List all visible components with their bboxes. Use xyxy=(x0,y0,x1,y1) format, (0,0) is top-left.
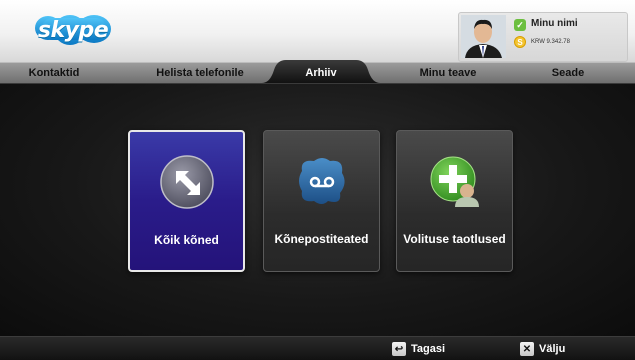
tab-arhiiv[interactable]: Arhiiv xyxy=(268,63,374,83)
tile-label-authorization-requests: Volituse taotlused xyxy=(403,232,506,246)
user-panel[interactable]: ✓ S Minu nimi KRW 9.342.78 xyxy=(458,12,628,62)
all-calls-icon xyxy=(159,154,215,210)
tile-all-calls[interactable]: Kõik kõned xyxy=(128,130,245,272)
tile-authorization-requests[interactable]: Volituse taotlused xyxy=(396,130,513,272)
logo-text: skype xyxy=(37,17,109,43)
skype-logo: skype xyxy=(34,12,112,48)
tile-label-all-calls: Kõik kõned xyxy=(154,233,219,247)
online-status-icon: ✓ xyxy=(514,19,526,31)
avatar xyxy=(461,15,506,58)
user-credit: KRW 9.342.78 xyxy=(531,39,570,45)
user-name: Minu nimi xyxy=(531,18,578,29)
header-bar: skype ✓ S Minu nimi KRW 9.342.78 xyxy=(0,0,635,63)
back-button[interactable]: ↩ Tagasi xyxy=(392,341,445,357)
voicemail-icon xyxy=(294,153,350,209)
tab-seade[interactable]: Seade xyxy=(528,63,608,83)
tab-helista-telefonile[interactable]: Helista telefonile xyxy=(140,63,260,83)
main-content: Kõik kõned Kõnepostiteated Volituse taot… xyxy=(0,84,635,336)
exit-button[interactable]: ✕ Välju xyxy=(520,341,565,357)
back-label: Tagasi xyxy=(411,343,446,355)
tab-minu-teave[interactable]: Minu teave xyxy=(398,63,498,83)
tile-label-voicemail: Kõnepostiteated xyxy=(274,232,369,246)
tab-kontaktid[interactable]: Kontaktid xyxy=(0,63,108,83)
back-key-icon: ↩ xyxy=(392,342,406,356)
exit-label: Välju xyxy=(539,343,566,355)
exit-key-icon: ✕ xyxy=(520,342,534,356)
authorization-request-icon xyxy=(427,153,483,209)
bottom-bar: ↩ Tagasi ✕ Välju xyxy=(0,336,635,360)
credit-coin-icon: S xyxy=(514,36,526,48)
tile-voicemail[interactable]: Kõnepostiteated xyxy=(263,130,380,272)
tab-bar: Kontaktid Helista telefonile Arhiiv Minu… xyxy=(0,60,635,84)
